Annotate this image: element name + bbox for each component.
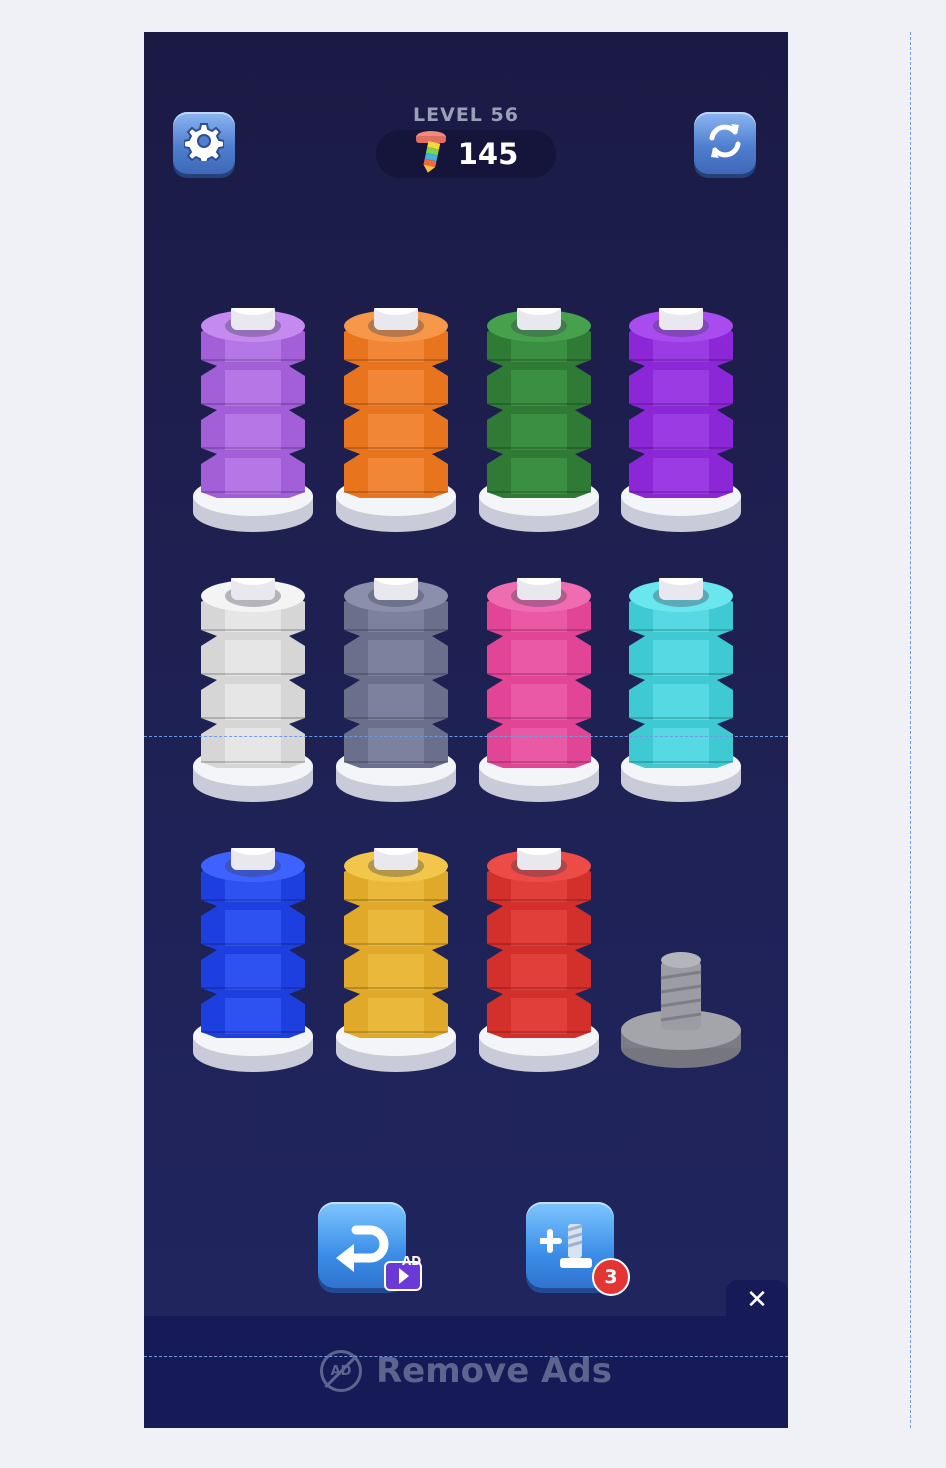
bolt-pole[interactable] <box>477 848 601 1078</box>
hex-nut <box>344 636 448 680</box>
hex-nut <box>201 724 305 768</box>
level-label: LEVEL 56 <box>413 104 519 126</box>
hex-nut <box>344 724 448 768</box>
hex-nut <box>344 454 448 498</box>
guide-line-horizontal-mid <box>144 736 788 737</box>
hex-nut <box>629 680 733 724</box>
hex-nut <box>487 366 591 410</box>
guide-line-vertical-right <box>910 32 911 1428</box>
hex-nut <box>487 680 591 724</box>
bolt-pole[interactable] <box>619 308 743 538</box>
refresh-icon <box>704 120 746 166</box>
hex-nut <box>629 636 733 680</box>
bolt-count: 145 <box>457 137 519 171</box>
hex-nut <box>344 680 448 724</box>
hex-nut <box>487 410 591 454</box>
hex-nut <box>344 410 448 454</box>
bolt-pole[interactable] <box>619 578 743 808</box>
bolt-pole[interactable] <box>191 848 315 1078</box>
hex-nut <box>487 454 591 498</box>
bolt-counter: 145 <box>376 130 556 178</box>
bolt-pole[interactable] <box>334 578 458 808</box>
bolt-pole[interactable] <box>477 308 601 538</box>
add-bolt-button[interactable]: 3 <box>526 1202 630 1296</box>
gear-icon <box>183 121 225 165</box>
remove-ads-label: Remove Ads <box>376 1351 612 1391</box>
close-ad-button[interactable]: ✕ <box>726 1280 788 1320</box>
guide-line-horizontal-bottom <box>144 1356 788 1357</box>
bolt-pole[interactable] <box>334 308 458 538</box>
hex-nut <box>344 994 448 1038</box>
hex-nut <box>201 994 305 1038</box>
hex-nut <box>344 366 448 410</box>
hex-nut <box>629 410 733 454</box>
hex-nut <box>629 454 733 498</box>
hex-nut <box>201 950 305 994</box>
hex-nut <box>201 906 305 950</box>
close-icon: ✕ <box>746 1285 768 1315</box>
undo-button[interactable]: AD <box>318 1202 422 1291</box>
hex-nut <box>344 950 448 994</box>
bolt-currency-icon <box>414 130 448 178</box>
hex-nut <box>487 636 591 680</box>
hex-nut <box>629 724 733 768</box>
hex-nut <box>201 680 305 724</box>
hex-nut <box>201 454 305 498</box>
game-screen: LEVEL 56 145 AD 3 ✕ AD Remove Ads <box>144 32 788 1428</box>
bolt-pole[interactable] <box>334 848 458 1078</box>
bolt-pole[interactable] <box>191 578 315 808</box>
bolt-pole[interactable] <box>191 308 315 538</box>
undo-ad-label: AD <box>402 1254 422 1268</box>
hex-nut <box>344 906 448 950</box>
hex-nut <box>487 724 591 768</box>
hex-nut <box>487 994 591 1038</box>
hex-nut <box>201 410 305 454</box>
hex-nut <box>201 636 305 680</box>
add-bolt-count-badge: 3 <box>592 1258 630 1296</box>
hex-nut <box>487 906 591 950</box>
hex-nut <box>201 366 305 410</box>
hex-nut <box>629 366 733 410</box>
empty-bolt-pole[interactable] <box>619 848 743 1078</box>
hex-nut <box>487 950 591 994</box>
bolt-pole[interactable] <box>477 578 601 808</box>
restart-button[interactable] <box>694 112 756 174</box>
